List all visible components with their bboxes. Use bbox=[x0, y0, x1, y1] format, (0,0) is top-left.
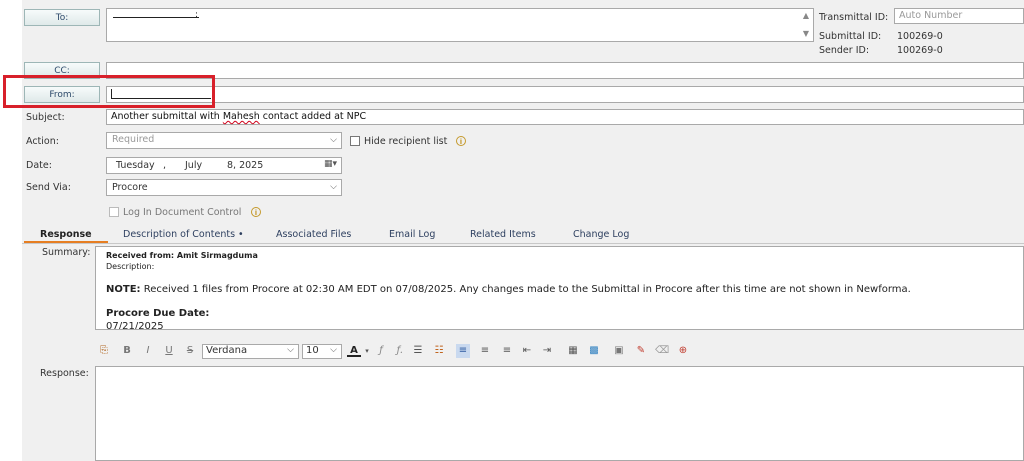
font-color-icon[interactable]: A bbox=[347, 344, 361, 357]
summary-label: Summary: bbox=[42, 247, 91, 258]
response-label: Response: bbox=[40, 368, 89, 379]
received-from-text: Received from: Amit Sirmagduma bbox=[106, 251, 258, 260]
scroll-up-icon[interactable]: ▲ bbox=[803, 11, 809, 20]
left-gutter bbox=[0, 0, 22, 461]
summary-panel[interactable]: Received from: Amit Sirmagduma Descripti… bbox=[95, 246, 1024, 330]
subject-value-part: Another submittal with bbox=[111, 111, 223, 122]
response-editor[interactable] bbox=[95, 366, 1024, 461]
submittal-id-value: 100269-0 bbox=[897, 31, 943, 42]
description-label: Description: bbox=[106, 262, 155, 271]
indent-icon[interactable]: ⇥ bbox=[540, 344, 554, 358]
sender-id-label: Sender ID: bbox=[819, 45, 870, 56]
tab-associated-files[interactable]: Associated Files bbox=[276, 229, 351, 240]
log-document-label: Log In Document Control bbox=[123, 207, 242, 218]
table-icon[interactable]: ▦ bbox=[566, 344, 580, 358]
sendvia-label: Send Via: bbox=[26, 182, 71, 193]
align-center-icon[interactable]: ≡ bbox=[478, 344, 492, 358]
sendvia-value: Procore bbox=[112, 182, 148, 193]
subject-value: Another submittal with Mahesh contact ad… bbox=[111, 111, 366, 122]
outdent-icon[interactable]: ⇤ bbox=[520, 344, 534, 358]
strikethrough-icon[interactable]: S bbox=[183, 344, 197, 358]
to-field[interactable]: ; ▲ ▼ bbox=[106, 8, 814, 42]
tab-email-log[interactable]: Email Log bbox=[389, 229, 435, 240]
zoom-icon[interactable]: ⊕ bbox=[676, 344, 690, 358]
image-icon[interactable]: ▣ bbox=[612, 344, 626, 358]
table-format-icon[interactable]: ▩ bbox=[587, 344, 601, 358]
bold-icon[interactable]: B bbox=[120, 344, 134, 358]
underline-icon[interactable]: U bbox=[162, 344, 176, 358]
italic-icon[interactable]: I bbox=[141, 344, 155, 358]
font-family-value: Verdana bbox=[206, 345, 248, 356]
hide-recipient-checkbox[interactable] bbox=[350, 136, 360, 146]
date-month: July bbox=[185, 160, 203, 171]
transmittal-id-label: Transmittal ID: bbox=[819, 12, 889, 23]
clear-format-icon[interactable]: ƒ. bbox=[393, 344, 407, 358]
to-recipient-redacted bbox=[113, 16, 199, 18]
note-body: Received 1 files from Procore at 02:30 A… bbox=[140, 284, 911, 295]
note-text: NOTE: Received 1 files from Procore at 0… bbox=[106, 284, 911, 295]
submittal-id-label: Submittal ID: bbox=[819, 31, 882, 42]
tab-divider bbox=[22, 243, 1024, 244]
subject-label: Subject: bbox=[26, 112, 65, 123]
font-size-dropdown[interactable]: 10 ⌵ bbox=[302, 344, 342, 359]
chevron-down-icon: ⌵ bbox=[330, 182, 337, 192]
info-icon[interactable]: i bbox=[251, 207, 261, 217]
date-weekday: Tuesday bbox=[116, 160, 155, 171]
chevron-down-icon: ⌵ bbox=[287, 345, 294, 355]
due-date-value: 07/21/2025 bbox=[106, 321, 164, 330]
note-bold: NOTE: bbox=[106, 284, 141, 295]
transmittal-id-placeholder: Auto Number bbox=[899, 10, 963, 21]
scroll-down-icon[interactable]: ▼ bbox=[803, 29, 809, 38]
info-icon[interactable]: i bbox=[456, 136, 466, 146]
tab-description-of-contents[interactable]: Description of Contents • bbox=[123, 229, 244, 240]
action-dropdown[interactable]: Required ⌵ bbox=[106, 132, 342, 149]
align-left-icon[interactable]: ≡ bbox=[456, 344, 470, 358]
to-caret: ; bbox=[195, 10, 199, 20]
subject-value-part: contact added at NPC bbox=[259, 111, 367, 122]
subject-field[interactable]: Another submittal with Mahesh contact ad… bbox=[106, 109, 1024, 125]
calendar-icon[interactable]: ▦▾ bbox=[324, 159, 337, 169]
date-day-year: 8, 2025 bbox=[227, 160, 264, 171]
to-button[interactable]: To: bbox=[24, 9, 100, 26]
hide-recipient-label: Hide recipient list bbox=[364, 136, 448, 147]
bullet-list-icon[interactable]: ☰ bbox=[411, 344, 425, 358]
font-size-value: 10 bbox=[306, 345, 319, 356]
chevron-down-icon[interactable]: ▾ bbox=[360, 344, 374, 358]
format-painter-icon[interactable]: ⎘ bbox=[97, 344, 111, 358]
subject-value-name: Mahesh bbox=[222, 111, 260, 122]
tab-change-log[interactable]: Change Log bbox=[573, 229, 629, 240]
paint-icon[interactable]: ✎ bbox=[634, 344, 648, 358]
sendvia-dropdown[interactable]: Procore ⌵ bbox=[106, 179, 342, 196]
date-label: Date: bbox=[26, 160, 52, 171]
action-placeholder: Required bbox=[112, 134, 155, 145]
tab-related-items[interactable]: Related Items bbox=[470, 229, 536, 240]
function-icon[interactable]: ƒ bbox=[374, 344, 388, 358]
numbered-list-icon[interactable]: ☷ bbox=[432, 344, 446, 358]
action-label: Action: bbox=[26, 136, 59, 147]
font-family-dropdown[interactable]: Verdana ⌵ bbox=[202, 344, 299, 359]
cc-field[interactable] bbox=[106, 62, 1024, 79]
sender-id-value: 100269-0 bbox=[897, 45, 943, 56]
eraser-icon[interactable]: ⌫ bbox=[655, 344, 669, 358]
chevron-down-icon: ⌵ bbox=[330, 345, 337, 355]
tab-response[interactable]: Response bbox=[40, 229, 92, 240]
due-date-heading: Procore Due Date: bbox=[106, 308, 210, 319]
log-document-checkbox[interactable] bbox=[109, 207, 119, 217]
date-picker[interactable]: Tuesday , July 8, 2025 ▦▾ bbox=[106, 157, 342, 174]
align-right-icon[interactable]: ≡ bbox=[500, 344, 514, 358]
from-field[interactable] bbox=[106, 86, 1024, 103]
from-highlight-box bbox=[3, 75, 215, 108]
transmittal-id-field[interactable]: Auto Number bbox=[894, 8, 1024, 24]
date-separator: , bbox=[163, 160, 167, 171]
chevron-down-icon: ⌵ bbox=[330, 135, 337, 145]
tab-active-underline bbox=[24, 241, 108, 243]
